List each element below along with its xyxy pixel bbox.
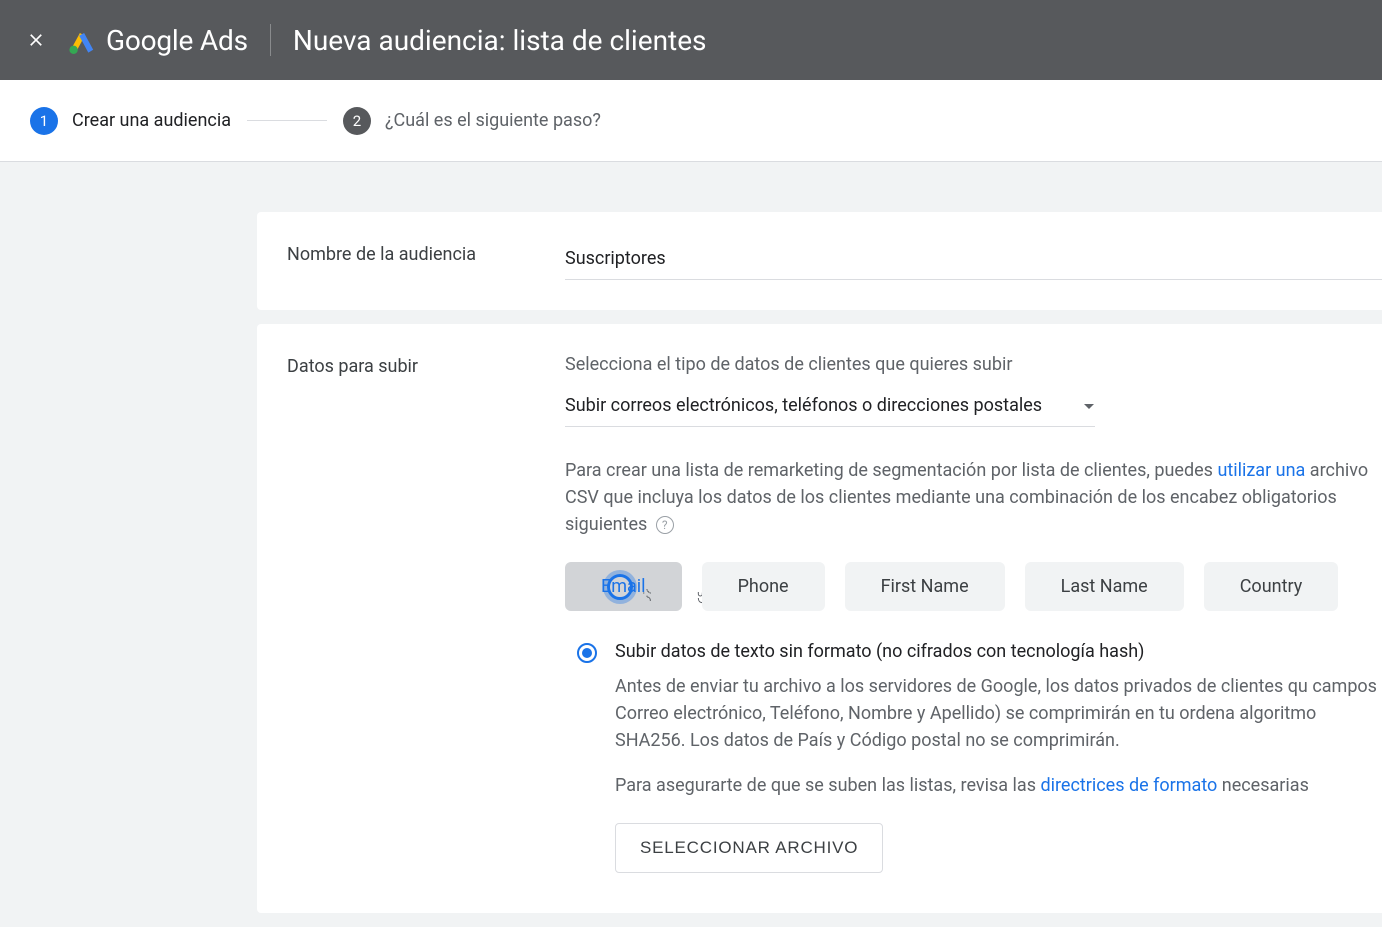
select-file-button[interactable]: SELECCIONAR ARCHIVO — [615, 823, 883, 873]
plaintext-radio[interactable] — [577, 643, 597, 663]
audience-name-input[interactable] — [565, 242, 1382, 280]
close-icon — [26, 30, 46, 50]
dropdown-selected-label: Subir correos electrónicos, teléfonos o … — [565, 395, 1042, 416]
header: Google Ads Nueva audiencia: lista de cli… — [0, 0, 1382, 80]
plaintext-radio-row: Subir datos de texto sin formato (no cif… — [577, 641, 1382, 663]
google-ads-logo-icon — [68, 26, 96, 54]
step-2-number: 2 — [343, 107, 371, 135]
audience-name-label: Nombre de la audiencia — [287, 242, 565, 280]
radio-dot-icon — [582, 648, 592, 658]
upload-data-card: Datos para subir Selecciona el tipo de d… — [257, 324, 1382, 913]
step-connector — [247, 120, 327, 121]
header-divider — [270, 24, 271, 56]
audience-name-card: Nombre de la audiencia — [257, 212, 1382, 310]
chip-phone[interactable]: Phone — [702, 562, 825, 611]
close-button[interactable] — [18, 22, 54, 58]
data-type-subheading: Selecciona el tipo de datos de clientes … — [565, 354, 1382, 375]
plaintext-radio-description-2: Para asegurarte de que se suben las list… — [615, 772, 1382, 799]
chip-first-name[interactable]: First Name — [845, 562, 1005, 611]
page-title: Nueva audiencia: lista de clientes — [293, 24, 707, 57]
step-1-number: 1 — [30, 107, 58, 135]
chevron-down-icon — [1083, 396, 1095, 415]
step-1[interactable]: 1 Crear una audiencia — [30, 107, 231, 135]
help-icon[interactable]: ? — [656, 516, 674, 534]
plaintext-radio-description-1: Antes de enviar tu archivo a los servido… — [615, 673, 1382, 754]
data-type-dropdown[interactable]: Subir correos electrónicos, teléfonos o … — [565, 395, 1095, 427]
upload-data-label: Datos para subir — [287, 354, 565, 873]
chip-country[interactable]: Country — [1204, 562, 1339, 611]
brand: Google Ads — [68, 24, 248, 57]
step-2[interactable]: 2 ¿Cuál es el siguiente paso? — [343, 107, 601, 135]
use-template-link[interactable]: utilizar una — [1217, 460, 1305, 481]
format-guidelines-link[interactable]: directrices de formato — [1040, 775, 1217, 796]
main-content: Nombre de la audiencia Datos para subir … — [257, 162, 1382, 913]
chip-last-name[interactable]: Last Name — [1025, 562, 1184, 611]
step-1-label: Crear una audiencia — [72, 110, 231, 131]
header-chips: Email Phone First Name Last Name Country — [565, 562, 1382, 611]
plaintext-radio-label: Subir datos de texto sin formato (no cif… — [615, 641, 1144, 663]
upload-description: Para crear una lista de remarketing de s… — [565, 457, 1382, 538]
stepper: 1 Crear una audiencia 2 ¿Cuál es el sigu… — [0, 80, 1382, 162]
step-2-label: ¿Cuál es el siguiente paso? — [385, 110, 601, 131]
brand-text: Google Ads — [106, 24, 248, 57]
chip-email[interactable]: Email — [565, 562, 682, 611]
ripple-icon — [607, 574, 633, 600]
